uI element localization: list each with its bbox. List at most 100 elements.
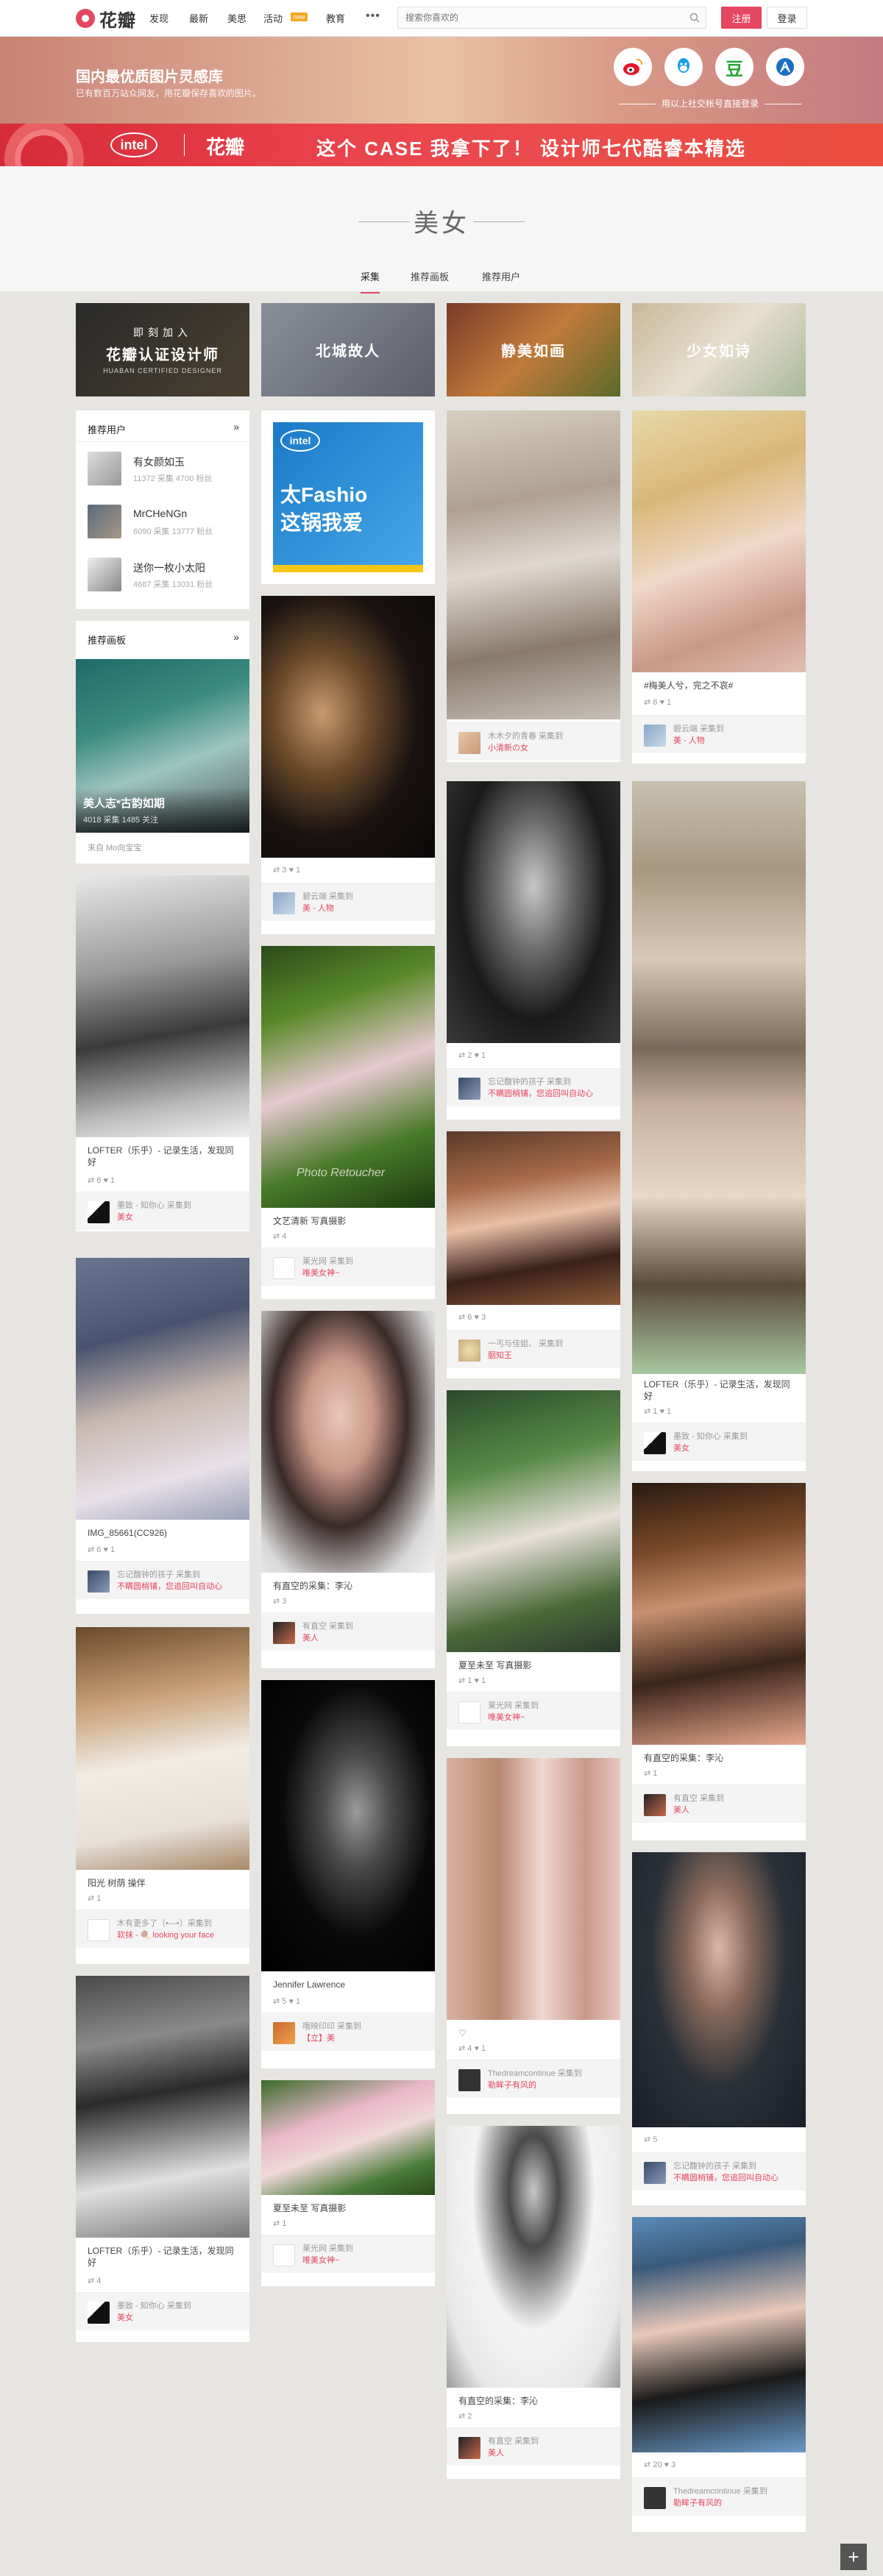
intel-ad-card[interactable]: intel 太Fashio 这锅我爱 [261,410,435,584]
nav-latest[interactable]: 最新 [189,11,208,25]
pin-collector[interactable]: 墨致 - 知你心 采集到 美女 [76,2292,249,2330]
renren-login-icon[interactable] [766,48,804,86]
weibo-login-icon[interactable] [614,48,652,86]
pin-image[interactable] [76,1976,249,2238]
pin-card[interactable]: #梅美人兮，完之不哀# ⇄ 6 ♥ 1 碧云端 采集到美 - 人物 [632,410,806,764]
recommended-user-item[interactable]: 送你一枚小太阳 4687 采集 13031 粉丝 [88,558,249,596]
top-navigation-bar: 花瓣 发现 最新 美思 活动 new 教育 ••• 注册 登录 [0,0,883,37]
pin-image[interactable]: Photo Retoucher [261,946,435,1208]
tab-boards[interactable]: 推荐画板 [411,269,449,292]
collector-text: 有直空 采集到 美人 [673,1794,725,1815]
pin-collector[interactable]: 忘记馥钟的孩子 采集到 不瞒圆梢铺，您追回叫自动心 [447,1068,620,1106]
pin-card[interactable]: ♡ ⇄ 4 ♥ 1 Thedreamcontinue 采集到 勒眸子有风的 [447,1758,620,2114]
pin-collector[interactable]: 莱光网 采集到 唯美女神~ [447,1692,620,1730]
pin-image[interactable] [261,1311,435,1573]
tab-pins[interactable]: 采集 [361,269,380,293]
search-box[interactable] [397,7,706,29]
intel-ad-banner[interactable]: intel 花瓣 这个 CASE 我拿下了！ 设计师七代酷睿本精选 [0,124,883,166]
pin-image[interactable] [447,410,620,719]
nav-discover[interactable]: 发现 [149,11,169,25]
pin-collector[interactable]: 一丐与佳姐、 采集到 胭知王 [447,1330,620,1368]
pin-card[interactable]: ⇄ 3 ♥ 1 碧云端 采集到美 - 人物 [261,596,435,934]
more-dots-icon[interactable]: ••• [366,10,380,23]
qq-login-icon[interactable] [664,48,703,86]
pin-image[interactable] [447,1758,620,2020]
pin-collector[interactable]: 莱光网 采集到 唯美女神~ [261,1248,435,1286]
pin-image[interactable] [632,1852,806,2127]
pin-card[interactable]: 木木夕的青春 采集到 小清新の女 [447,410,620,762]
register-button[interactable]: 注册 [721,7,762,29]
nav-education[interactable]: 教育 [326,11,345,25]
pin-card[interactable]: 阳光 树荫 操伴 ⇄ 1 木有更多了（•—•）采集到 软抹 - 🍭 looking… [76,1627,249,1964]
pin-stats: ⇄ 6 ♥ 3 [458,1313,486,1322]
search-input[interactable] [398,7,678,28]
pin-collector[interactable]: Thedreamcontinue 采集到 勒眸子有风的 [447,2060,620,2098]
pin-collector[interactable]: 有直空 采集到 美人 [261,1612,435,1651]
avatar [273,2022,295,2044]
pin-collector[interactable]: 墨致 - 知你心 采集到 美女 [632,1423,806,1461]
pin-image[interactable] [76,1258,249,1520]
pin-image[interactable] [632,2217,806,2452]
category-certified-designer[interactable]: 即刻加入 花瓣认证设计师 HUABAN CERTIFIED DESIGNER [76,303,249,396]
login-button[interactable]: 登录 [767,7,807,29]
pin-collector[interactable]: 忘记馥钟的孩子 采集到 不瞒圆梢铺，您追回叫自动心 [76,1561,249,1599]
douban-login-icon[interactable]: 豆 [715,48,753,86]
pin-card[interactable]: 有直空的采集：李沁 ⇄ 1 有直空 采集到 美人 [632,1483,806,1840]
pin-image[interactable] [447,781,620,1043]
pin-image[interactable] [447,1131,620,1305]
category-jingmei[interactable]: 静美如画 [447,303,620,396]
pin-card[interactable]: 有直空的采集：李沁 ⇄ 2 有直空 采集到 美人 [447,2126,620,2479]
pin-card[interactable]: ⇄ 20 ♥ 3 Thedreamcontinue 采集到 勒眸子有风的 [632,2217,806,2532]
huaban-logo[interactable]: 花瓣 [76,8,136,31]
pin-card[interactable]: LOFTER（乐乎）- 记录生活，发现同好 ⇄ 6 ♥ 1 墨致 - 知你心 采… [76,875,249,1231]
pin-card[interactable]: Jennifer Lawrence ⇄ 5 ♥ 1 哦映印印 采集到 【立】美 [261,1680,435,2068]
pin-card[interactable]: 有直空的采集：李沁 ⇄ 3 有直空 采集到 美人 [261,1311,435,1668]
pin-collector[interactable]: 墨致 - 知你心 采集到 美女 [76,1192,249,1230]
pin-image[interactable] [261,1680,435,1971]
page-title: 美女 [414,210,469,238]
board-cover-image[interactable]: 美人志*古韵如期 4018 采集 1485 关注 [76,659,249,833]
recommended-users-more[interactable]: » [233,421,239,433]
recommended-boards-more[interactable]: » [233,631,239,643]
pin-card[interactable]: ⇄ 6 ♥ 3 一丐与佳姐、 采集到 胭知王 [447,1131,620,1378]
pin-card[interactable]: LOFTER（乐乎）- 记录生活，发现同好 ⇄ 1 ♥ 1 墨致 - 知你心 采… [632,781,806,1471]
pin-image[interactable] [76,875,249,1137]
pin-collector[interactable]: 有直空 采集到 美人 [632,1785,806,1823]
pin-image[interactable] [632,1483,806,1745]
pin-image[interactable] [261,2080,435,2195]
pin-image[interactable] [632,781,806,1374]
tab-users[interactable]: 推荐用户 [482,269,520,292]
pin-card[interactable]: LOFTER（乐乎）- 记录生活，发现同好 ⇄ 4 墨致 - 知你心 采集到 美女 [76,1976,249,2342]
recommended-user-item[interactable]: MrCHeNGn 6090 采集 13777 粉丝 [88,505,249,543]
nav-events[interactable]: 活动 [263,11,283,25]
pin-card[interactable]: ⇄ 5 忘记馥钟的孩子 采集到 不瞒圆梢铺，您追回叫自动心 [632,1852,806,2205]
category-shaonv[interactable]: 少女如诗 [632,303,806,396]
pin-image[interactable] [76,1627,249,1870]
pin-collector[interactable]: 碧云端 采集到美 - 人物 [261,883,435,921]
pin-image[interactable] [261,596,435,858]
pin-card[interactable]: ⇄ 2 ♥ 1 忘记馥钟的孩子 采集到 不瞒圆梢铺，您追回叫自动心 [447,781,620,1120]
pin-card[interactable]: 夏至未至 写真摄影 ⇄ 1 ♥ 1 莱光网 采集到 唯美女神~ [447,1390,620,1746]
pin-collector[interactable]: 木有更多了（•—•）采集到 软抹 - 🍭 looking your face [76,1910,249,1948]
category-beicheng[interactable]: 北城故人 [261,303,435,396]
recommended-user-item[interactable]: 有女颜如玉 11372 采集 4700 粉丝 [88,452,249,490]
back-to-top-button[interactable]: + [840,2544,867,2570]
pin-collector[interactable]: 哦映印印 采集到 【立】美 [261,2013,435,2051]
pin-collector[interactable]: 碧云端 采集到美 - 人物 [632,715,806,753]
collector-text: 莱光网 采集到 唯美女神~ [302,2244,354,2265]
pin-collector[interactable]: Thedreamcontinue 采集到 勒眸子有风的 [632,2477,806,2516]
pin-image[interactable] [447,2126,620,2388]
nav-meisi[interactable]: 美思 [227,11,247,25]
pin-collector[interactable]: 忘记馥钟的孩子 采集到 不瞒圆梢铺，您追回叫自动心 [632,2152,806,2191]
pin-collector[interactable]: 有直空 采集到 美人 [447,2427,620,2466]
intel-ad-image[interactable]: intel 太Fashio 这锅我爱 [273,422,423,572]
avatar [458,732,480,754]
pin-card[interactable]: IMG_85661(CC926) ⇄ 6 ♥ 1 忘记馥钟的孩子 采集到 不瞒圆梢… [76,1258,249,1614]
pin-collector[interactable]: 莱光网 采集到 唯美女神~ [261,2235,435,2273]
pin-image[interactable] [632,410,806,672]
pin-card[interactable]: 夏至未至 写真摄影 ⇄ 1 莱光网 采集到 唯美女神~ [261,2080,435,2286]
pin-card[interactable]: Photo Retoucher 文艺清新 写真摄影 ⇄ 4 莱光网 采集到 唯美女… [261,946,435,1299]
pin-collector[interactable]: 木木夕的青春 采集到 小清新の女 [447,722,620,761]
search-icon[interactable] [689,13,700,23]
pin-image[interactable] [447,1390,620,1652]
